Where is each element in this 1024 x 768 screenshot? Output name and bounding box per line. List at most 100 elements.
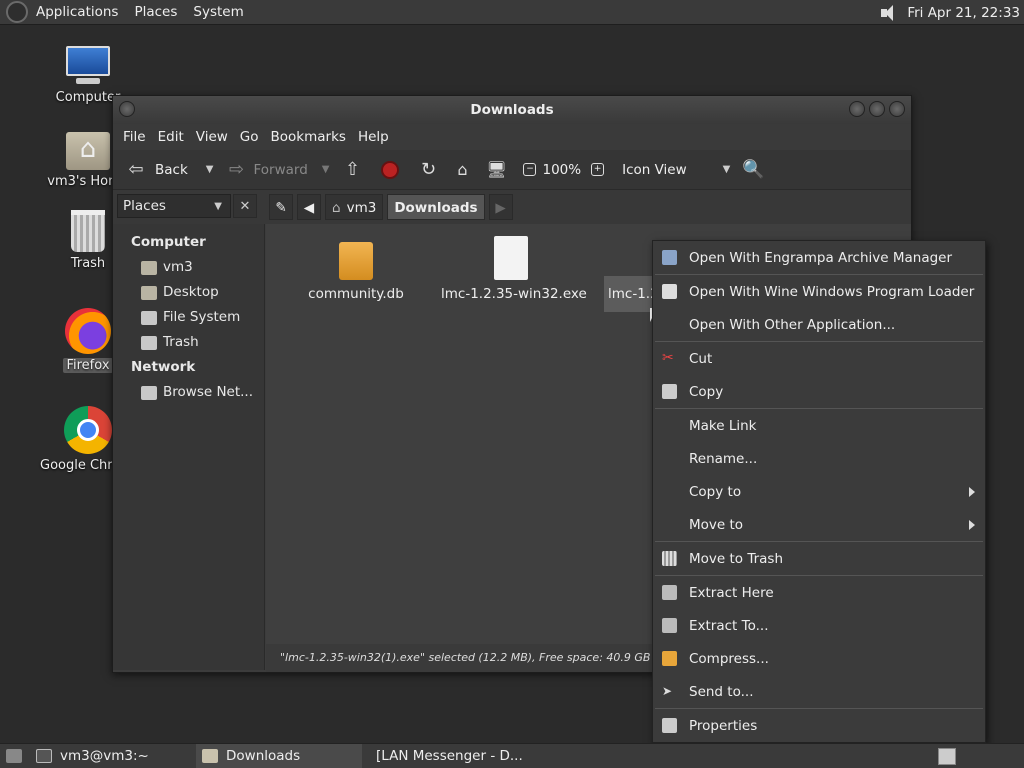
applications-menu[interactable]: Applications: [28, 0, 126, 25]
sidebar-item-desktop[interactable]: Desktop: [113, 280, 264, 305]
back-arrow-icon: ⇦: [128, 158, 144, 180]
menu-item-label: Copy to: [689, 483, 742, 500]
compress-icon: [662, 651, 677, 666]
chevron-down-icon: ▼: [722, 164, 731, 175]
forward-history-dropdown-icon[interactable]: ▼: [322, 164, 330, 175]
crumb-left-icon[interactable]: ◀: [297, 194, 321, 220]
home-button[interactable]: ⌂: [447, 155, 477, 185]
menu-copy-to[interactable]: Copy to: [653, 475, 985, 508]
close-sidebar-button[interactable]: ✕: [233, 194, 257, 218]
menu-view[interactable]: View: [190, 129, 234, 145]
volume-icon[interactable]: [879, 4, 899, 22]
menu-bookmarks[interactable]: Bookmarks: [265, 129, 352, 145]
window-menu-button[interactable]: [119, 101, 135, 117]
places-selector[interactable]: Places ▼: [117, 194, 231, 218]
menu-extract-here[interactable]: Extract Here: [653, 576, 985, 609]
forward-label: Forward: [253, 161, 308, 178]
menu-open-with-other[interactable]: Open With Other Application...: [653, 308, 985, 341]
sidebar-item-label: Desktop: [163, 284, 219, 300]
chevron-down-icon: ▼: [214, 200, 222, 212]
stop-button[interactable]: [371, 155, 409, 185]
sidebar-item-trash[interactable]: Trash: [113, 330, 264, 355]
top-panel: Applications Places System Fri Apr 21, 2…: [0, 0, 1024, 25]
menu-compress[interactable]: Compress...: [653, 642, 985, 675]
file-item-lmc-exe[interactable]: lmc-1.2.35-win32.exe: [441, 236, 587, 302]
places-selector-label: Places: [123, 198, 166, 214]
menu-help[interactable]: Help: [352, 129, 395, 145]
system-menu[interactable]: System: [185, 0, 251, 25]
show-desktop-button[interactable]: [0, 744, 30, 768]
task-label: Downloads: [226, 748, 301, 764]
menu-edit[interactable]: Edit: [152, 129, 190, 145]
minimize-button[interactable]: [849, 101, 865, 117]
sidebar-item-label: vm3: [163, 259, 193, 275]
menu-move-to-trash[interactable]: Move to Trash: [653, 542, 985, 575]
scissors-icon: ✂: [662, 350, 674, 366]
zoom-in-icon[interactable]: +: [591, 163, 605, 176]
home-folder-icon: [66, 132, 110, 170]
crumb-vm3[interactable]: ⌂ vm3: [325, 194, 384, 220]
back-history-dropdown-icon[interactable]: ▼: [206, 164, 214, 175]
workspace-switcher[interactable]: [938, 748, 956, 765]
menu-cut[interactable]: ✂ Cut: [653, 342, 985, 375]
menu-copy[interactable]: Copy: [653, 375, 985, 408]
sidebar-item-file-system[interactable]: File System: [113, 305, 264, 330]
mate-logo-icon[interactable]: [6, 1, 28, 23]
menu-open-with-wine[interactable]: Open With Wine Windows Program Loader: [653, 275, 985, 308]
view-mode-select[interactable]: Icon View ▼: [618, 155, 734, 185]
sidebar-item-browse-network[interactable]: Browse Net...: [113, 380, 264, 405]
network-icon: [141, 385, 157, 400]
computer-icon: [64, 46, 112, 86]
menu-item-label: Properties: [689, 717, 758, 734]
task-lan-messenger[interactable]: [LAN Messenger - D...: [362, 744, 528, 768]
crumb-right-icon[interactable]: ▶: [488, 194, 513, 220]
show-desktop-icon: [6, 749, 22, 763]
wine-icon: [662, 284, 677, 299]
close-window-button[interactable]: [889, 101, 905, 117]
home-icon: ⌂: [457, 159, 468, 179]
home-folder-icon: ⌂: [332, 200, 341, 216]
toolbar: ⇦ Back ▼ ⇨ Forward ▼ ⇧ ↻ ⌂ 🖥 − 100% + Ic…: [113, 150, 911, 190]
places-sidebar: Computer vm3 Desktop File System Trash N…: [113, 224, 265, 670]
menu-go[interactable]: Go: [234, 129, 265, 145]
menu-rename[interactable]: Rename...: [653, 442, 985, 475]
file-item-community-db[interactable]: community.db: [306, 242, 406, 302]
trash-icon: [662, 551, 677, 566]
task-label: vm3@vm3:~: [60, 748, 149, 764]
clock[interactable]: Fri Apr 21, 22:33: [907, 5, 1020, 21]
menu-make-link[interactable]: Make Link: [653, 409, 985, 442]
task-downloads[interactable]: Downloads: [196, 743, 362, 768]
menu-properties[interactable]: Properties: [653, 709, 985, 742]
menu-send-to[interactable]: ➤ Send to...: [653, 675, 985, 708]
menu-file[interactable]: File: [117, 129, 152, 145]
back-label: Back: [155, 161, 188, 178]
menu-extract-to[interactable]: Extract To...: [653, 609, 985, 642]
terminal-icon: [36, 749, 52, 763]
trash-icon: [71, 210, 105, 252]
menu-item-label: Rename...: [689, 450, 758, 467]
search-button[interactable]: 🔍: [738, 155, 768, 185]
menu-open-with-engrampa[interactable]: Open With Engrampa Archive Manager: [653, 241, 985, 274]
sidebar-item-vm3[interactable]: vm3: [113, 255, 264, 280]
edit-location-button[interactable]: ✎: [269, 194, 293, 220]
up-button[interactable]: ⇧: [337, 155, 367, 185]
archive-manager-icon: [662, 250, 677, 265]
sidebar-item-label: Trash: [163, 334, 199, 350]
computer-button[interactable]: 🖥: [481, 155, 511, 185]
forward-button[interactable]: ⇨ Forward ▼: [221, 155, 333, 185]
window-titlebar[interactable]: Downloads: [113, 96, 911, 124]
task-terminal[interactable]: vm3@vm3:~: [30, 744, 196, 768]
context-menu: Open With Engrampa Archive Manager Open …: [652, 240, 986, 743]
menu-item-label: Open With Engrampa Archive Manager: [689, 249, 953, 266]
reload-button[interactable]: ↻: [413, 155, 443, 185]
menu-item-label: Make Link: [689, 417, 757, 434]
maximize-button[interactable]: [869, 101, 885, 117]
firefox-icon: [65, 308, 111, 354]
menu-move-to[interactable]: Move to: [653, 508, 985, 541]
crumb-downloads[interactable]: Downloads: [387, 194, 485, 220]
back-button[interactable]: ⇦ Back ▼: [121, 155, 217, 185]
places-menu[interactable]: Places: [126, 0, 185, 25]
properties-icon: [662, 718, 677, 733]
send-icon: ➤: [662, 684, 673, 698]
zoom-out-icon[interactable]: −: [523, 163, 537, 176]
